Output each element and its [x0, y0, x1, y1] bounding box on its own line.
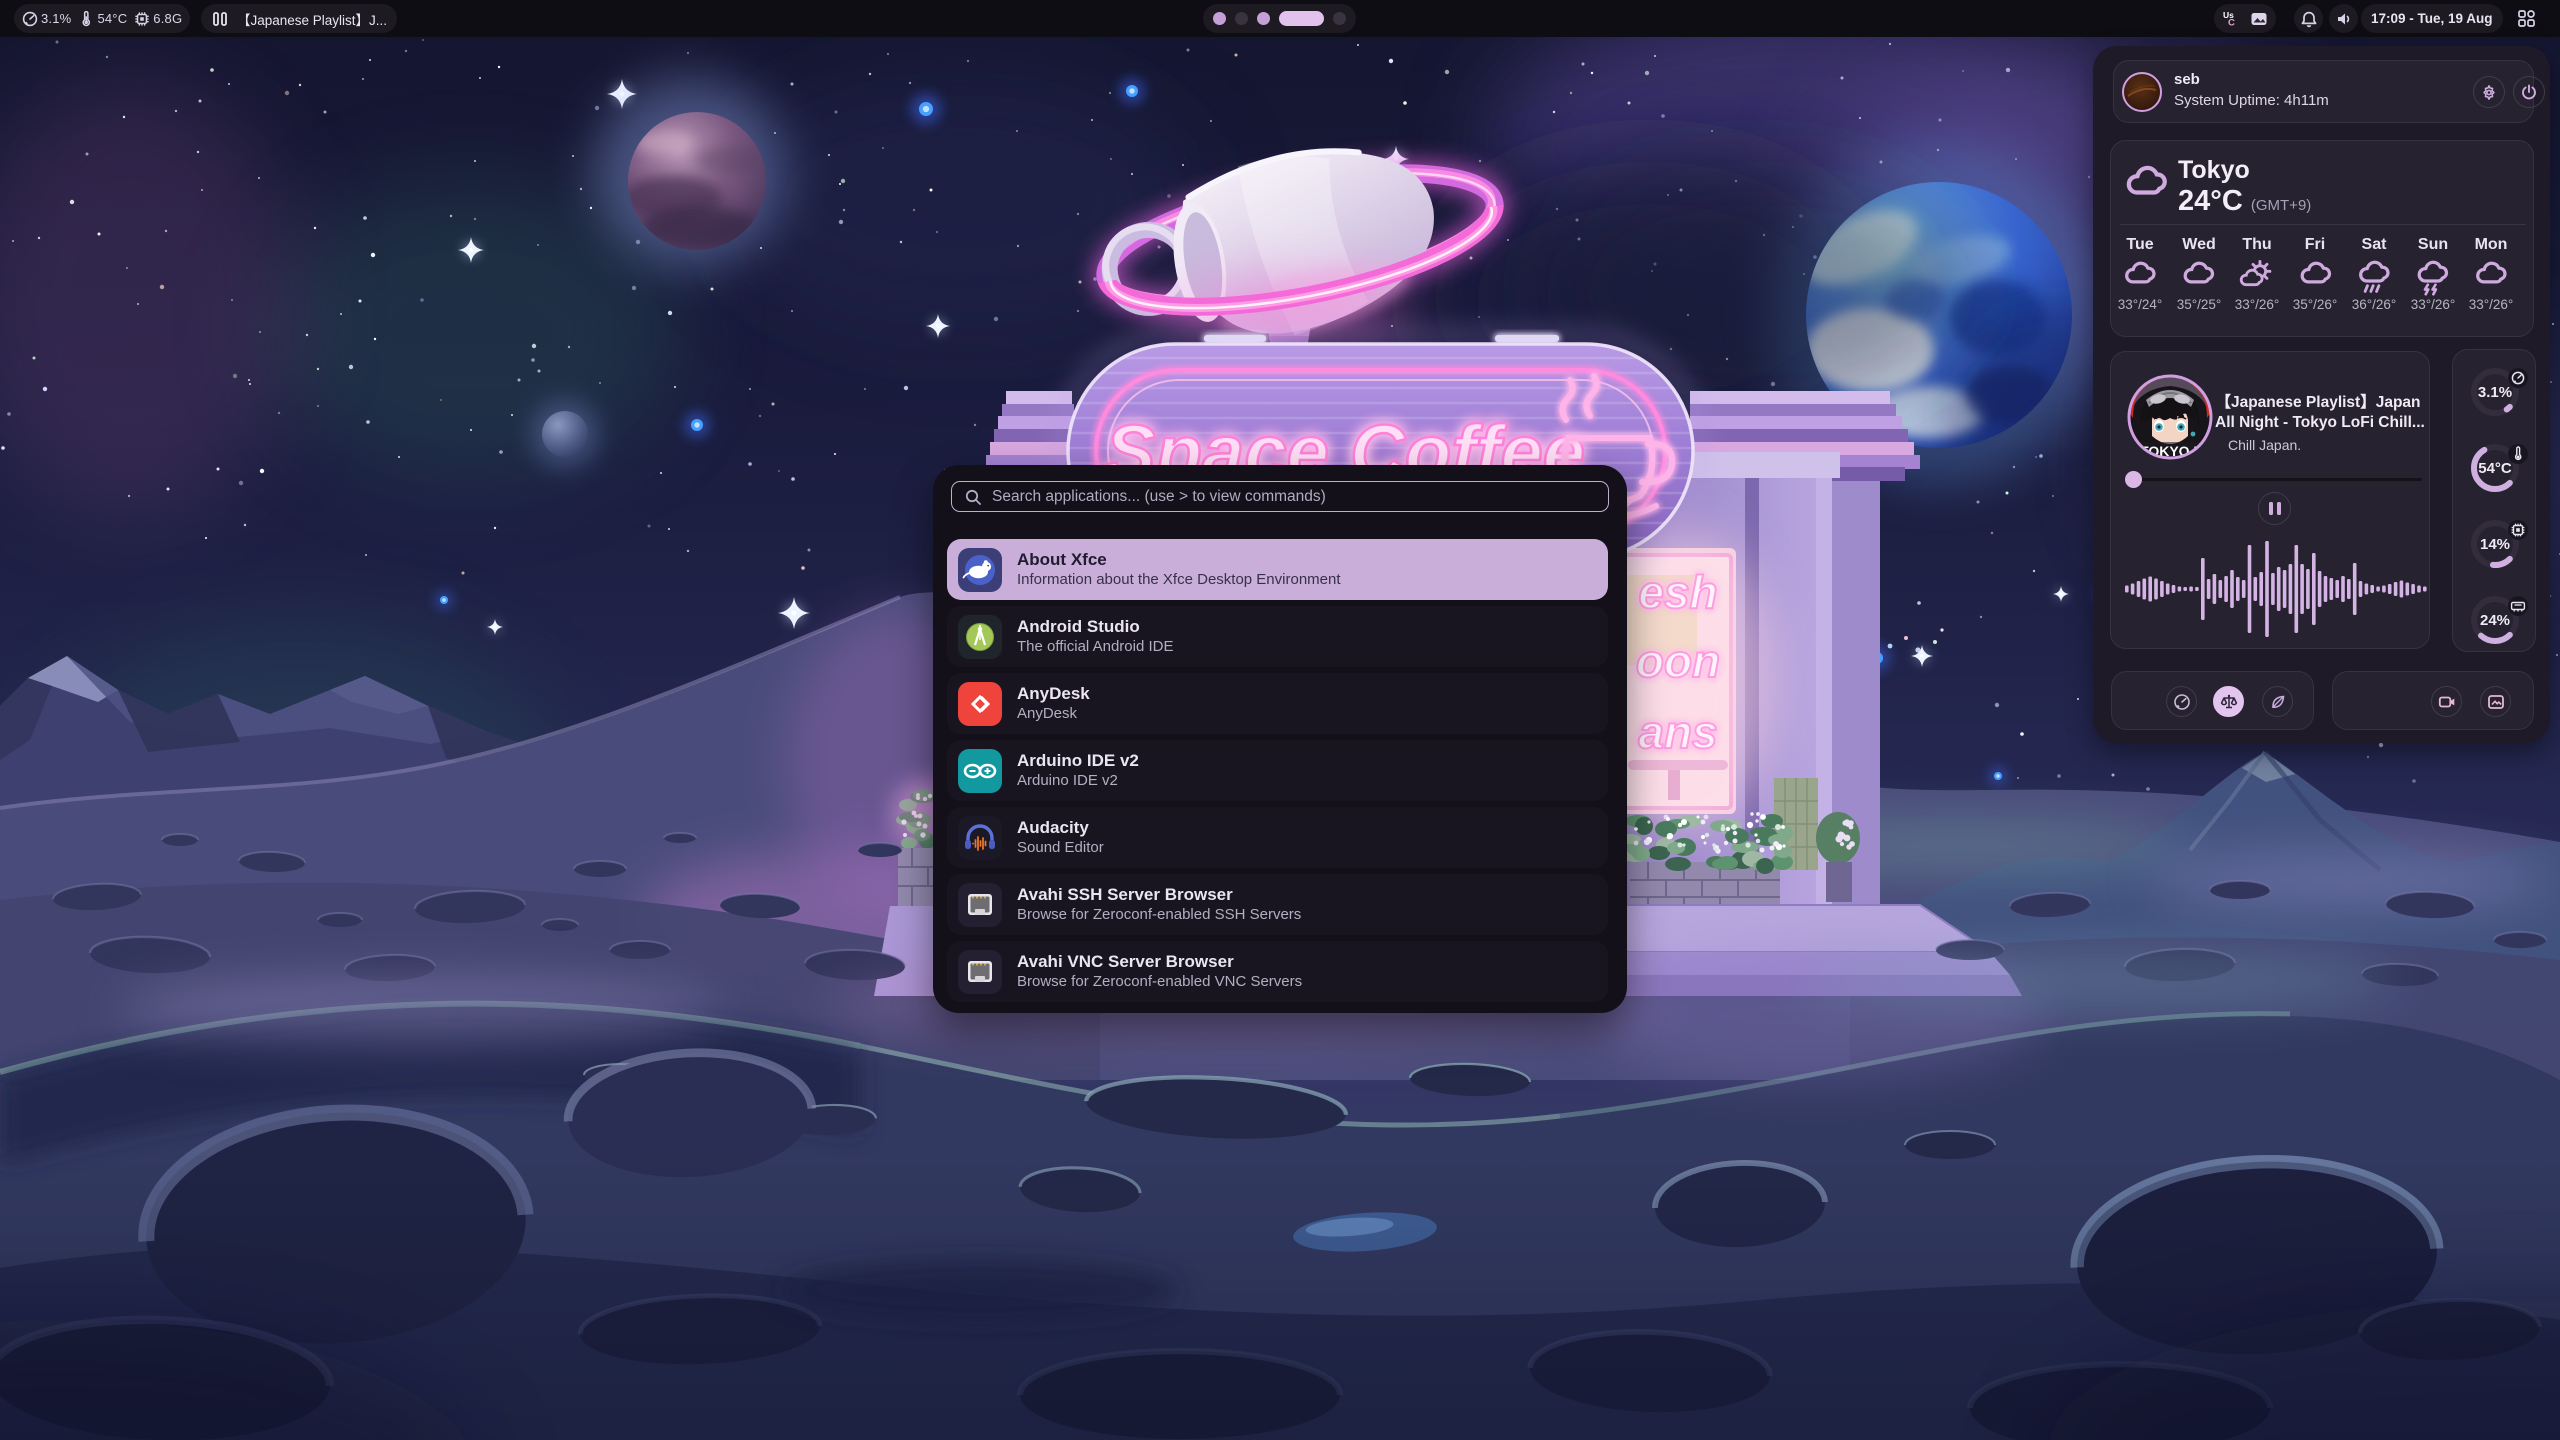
svg-text:54°C: 54°C: [2478, 460, 2512, 477]
svg-text:esh: esh: [1638, 566, 1717, 618]
svg-text:C: C: [2228, 17, 2235, 28]
svg-text:3.1%: 3.1%: [2478, 384, 2512, 401]
svg-text:ans: ans: [1638, 706, 1717, 758]
svg-text:14%: 14%: [2480, 536, 2510, 553]
svg-text:oon: oon: [1636, 635, 1720, 687]
svg-text:24%: 24%: [2480, 612, 2510, 629]
